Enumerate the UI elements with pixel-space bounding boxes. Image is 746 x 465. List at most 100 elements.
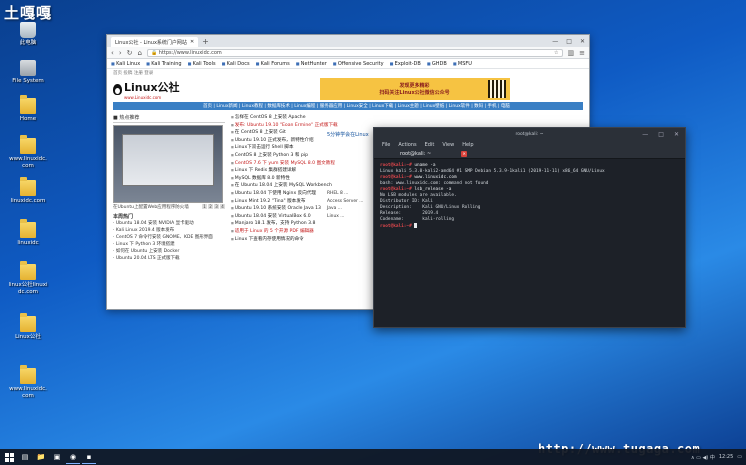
terminal-output[interactable]: root@kali:~# uname -a Linux kali 5.3.0-ka…	[374, 159, 685, 234]
star-icon[interactable]: ☆	[554, 50, 558, 56]
browser-toolbar: ‹ › ↻ ⌂ 🔒 https://www.linuxidc.com ☆ ▥ ≡	[107, 47, 589, 59]
hot-list-item[interactable]: · Linux 下 Python 3 环境搭建	[113, 241, 225, 248]
featured-screenshot[interactable]	[113, 125, 223, 203]
news-item[interactable]: Linux下双击运行 Shell 脚本	[231, 144, 351, 152]
ad-banner[interactable]: 发现更多精彩 扫码关注Linux公社微信公众号	[319, 78, 510, 100]
news-item[interactable]: CentOS 8 上安装 Python 3 和 pip	[231, 152, 351, 160]
home-icon[interactable]: ⌂	[138, 49, 142, 57]
news-item[interactable]: Linux 下查看内存使用情况的命令	[231, 236, 351, 244]
windows-logo-icon	[4, 452, 14, 462]
news-item[interactable]: Linux 下 Redis 集群搭建详解	[231, 167, 351, 175]
terminal-menu-actions[interactable]: Actions	[398, 142, 416, 148]
desktop-icon[interactable]: linuxidc	[8, 219, 48, 247]
pager-button[interactable]: 4	[220, 204, 225, 209]
desktop-icon-label: linux公社linuxidc.com	[8, 282, 48, 295]
desktop-icon[interactable]: www.linuxidc.com	[8, 365, 48, 400]
desktop-icon[interactable]: Home	[8, 95, 48, 123]
terminal-window[interactable]: root@kali: ~ — □ ✕ File Actions Edit View He…	[373, 127, 686, 328]
news-item[interactable]: 适用于 Linux 的 5 个开源 PDF 编辑器	[231, 228, 351, 236]
minimize-icon[interactable]: —	[642, 131, 648, 138]
minimize-icon[interactable]: —	[552, 38, 558, 45]
news-item[interactable]: 怎样在 CentOS 8 上安装 Apache	[231, 114, 351, 122]
app-menu-icon[interactable]: ▤	[18, 450, 32, 464]
terminal-menu-help[interactable]: Help	[462, 142, 473, 148]
system-tray: ∧ ▭ ◀) 中 12:25 ▭	[691, 454, 746, 461]
site-logo[interactable]: Linux公社 www.Linuxidc.com	[113, 79, 180, 100]
news-item[interactable]: MySQL 数据库 8.0 新特性	[231, 175, 351, 183]
maximize-icon[interactable]: □	[658, 131, 664, 138]
terminal-menu-file[interactable]: File	[382, 142, 390, 148]
library-icon[interactable]: ▥	[568, 49, 575, 57]
clock[interactable]: 12:25	[719, 454, 733, 460]
bookmark-item[interactable]: Kali Docs	[222, 61, 250, 67]
terminal-task-icon[interactable]: ▪	[82, 450, 96, 464]
browser-tab[interactable]: Linux公社 - Linux系统门户网站 ✕	[111, 37, 199, 47]
bookmark-item[interactable]: MSFU	[453, 61, 472, 67]
hot-list-item[interactable]: · Kali Linux 2019.4 版本发布	[113, 227, 225, 234]
right-snippet[interactable]: RHEL 8 ...	[327, 190, 363, 198]
news-item[interactable]: 在 Ubuntu 18.04 上安装 MySQL Workbench	[231, 182, 351, 190]
folder-icon	[20, 313, 36, 332]
browser-app-icon[interactable]: ◉	[66, 450, 80, 464]
featured-caption[interactable]: 在Ubuntu上配置Web应用程序防火墙	[113, 204, 189, 210]
terminal-output-line: Distributor ID: Kali	[380, 199, 433, 204]
close-icon[interactable]: ✕	[580, 38, 585, 45]
close-tab-icon[interactable]: ✕	[190, 39, 194, 45]
desktop-icon-label: linuxidc.com	[10, 198, 46, 204]
right-article-title[interactable]: 5分钟学会在Linux	[327, 131, 369, 138]
desktop-icon[interactable]: linux公社linuxidc.com	[8, 261, 48, 296]
hot-list-item[interactable]: · 如何在 Ubuntu 上安装 Docker	[113, 248, 225, 255]
site-top-links[interactable]: 首页 投稿 注册 登录	[107, 69, 589, 76]
site-nav-menu[interactable]: 首页 | Linux新闻 | Linux教程 | 数据库技术 | Linux编程…	[113, 102, 583, 110]
close-icon[interactable]: ✕	[674, 131, 679, 138]
bookmark-item[interactable]: Kali Forums	[256, 61, 290, 67]
url-text: https://www.linuxidc.com	[158, 49, 222, 56]
bookmark-item[interactable]: Kali Tools	[188, 61, 216, 67]
pager-button[interactable]: 1	[202, 204, 207, 209]
new-tab-button[interactable]: +	[198, 37, 213, 47]
hot-list-item[interactable]: · CentOS 7 命令行安装 GNOME、KDE 图形界面	[113, 234, 225, 241]
close-tab-icon[interactable]: ✕	[461, 150, 468, 157]
file-manager-icon[interactable]: 📁	[34, 450, 48, 464]
forward-icon[interactable]: ›	[119, 49, 122, 57]
url-bar[interactable]: 🔒 https://www.linuxidc.com ☆	[146, 48, 563, 57]
terminal-tab[interactable]: root@kali: ~ ✕	[374, 149, 685, 159]
desktop-icon[interactable]: Linux公社	[8, 313, 48, 341]
bookmark-item[interactable]: Kali Linux	[111, 61, 140, 67]
terminal-output-line: Linux kali 5.3.0-kali2-amd64 #1 SMP Debi…	[380, 169, 605, 174]
news-item[interactable]: Manjaro 18.1 发布，支持 Python 3.8	[231, 220, 351, 228]
terminal-menu-edit[interactable]: Edit	[425, 142, 435, 148]
desktop-icon[interactable]: 此电脑	[8, 22, 48, 47]
hot-list-item[interactable]: · Ubuntu 18.04 安装 NVIDIA 显卡驱动	[113, 220, 225, 227]
tray-icons[interactable]: ∧ ▭ ◀) 中	[691, 454, 715, 461]
terminal-prompt: root@kali:~#	[380, 224, 412, 229]
back-icon[interactable]: ‹	[111, 49, 114, 57]
terminal-app-icon[interactable]: ▣	[50, 450, 64, 464]
bookmark-item[interactable]: GHDB	[427, 61, 447, 67]
bookmark-item[interactable]: Offensive Security	[333, 61, 384, 67]
terminal-menu-view[interactable]: View	[442, 142, 454, 148]
news-item[interactable]: 发布: Ubuntu 19.10 "Eoan Ermine" 正式版下载	[231, 122, 351, 130]
computer-icon	[20, 22, 36, 38]
desktop-icon-label: www.linuxidc.com	[9, 156, 47, 169]
desktop-icon-label: linuxidc	[17, 240, 39, 246]
menu-icon[interactable]: ≡	[579, 49, 585, 57]
pager-button[interactable]: 3	[214, 204, 219, 209]
news-item[interactable]: CentOS 7.6 下 yum 安装 MySQL 8.0 图文教程	[231, 160, 351, 168]
desktop-icon-label: Linux公社	[15, 334, 41, 340]
pager-button[interactable]: 2	[208, 204, 213, 209]
desktop-icon[interactable]: File System	[8, 60, 48, 85]
hot-list-item[interactable]: · Ubuntu 20.04 LTS 正式版下载	[113, 255, 225, 262]
bookmark-item[interactable]: Kali Training	[146, 61, 181, 67]
right-snippet[interactable]: Linux ...	[327, 213, 363, 221]
bookmark-item[interactable]: Exploit-DB	[390, 61, 421, 67]
desktop-icon[interactable]: linuxidc.com	[8, 177, 48, 205]
maximize-icon[interactable]: □	[566, 38, 572, 45]
reload-icon[interactable]: ↻	[127, 49, 133, 57]
notification-icon[interactable]: ▭	[737, 454, 742, 460]
bookmark-item[interactable]: NetHunter	[296, 61, 327, 67]
start-button[interactable]	[2, 450, 16, 464]
desktop-icon[interactable]: www.linuxidc.com	[8, 135, 48, 170]
right-snippet[interactable]: Access Server ...	[327, 198, 363, 206]
right-snippet[interactable]: Java ...	[327, 205, 363, 213]
